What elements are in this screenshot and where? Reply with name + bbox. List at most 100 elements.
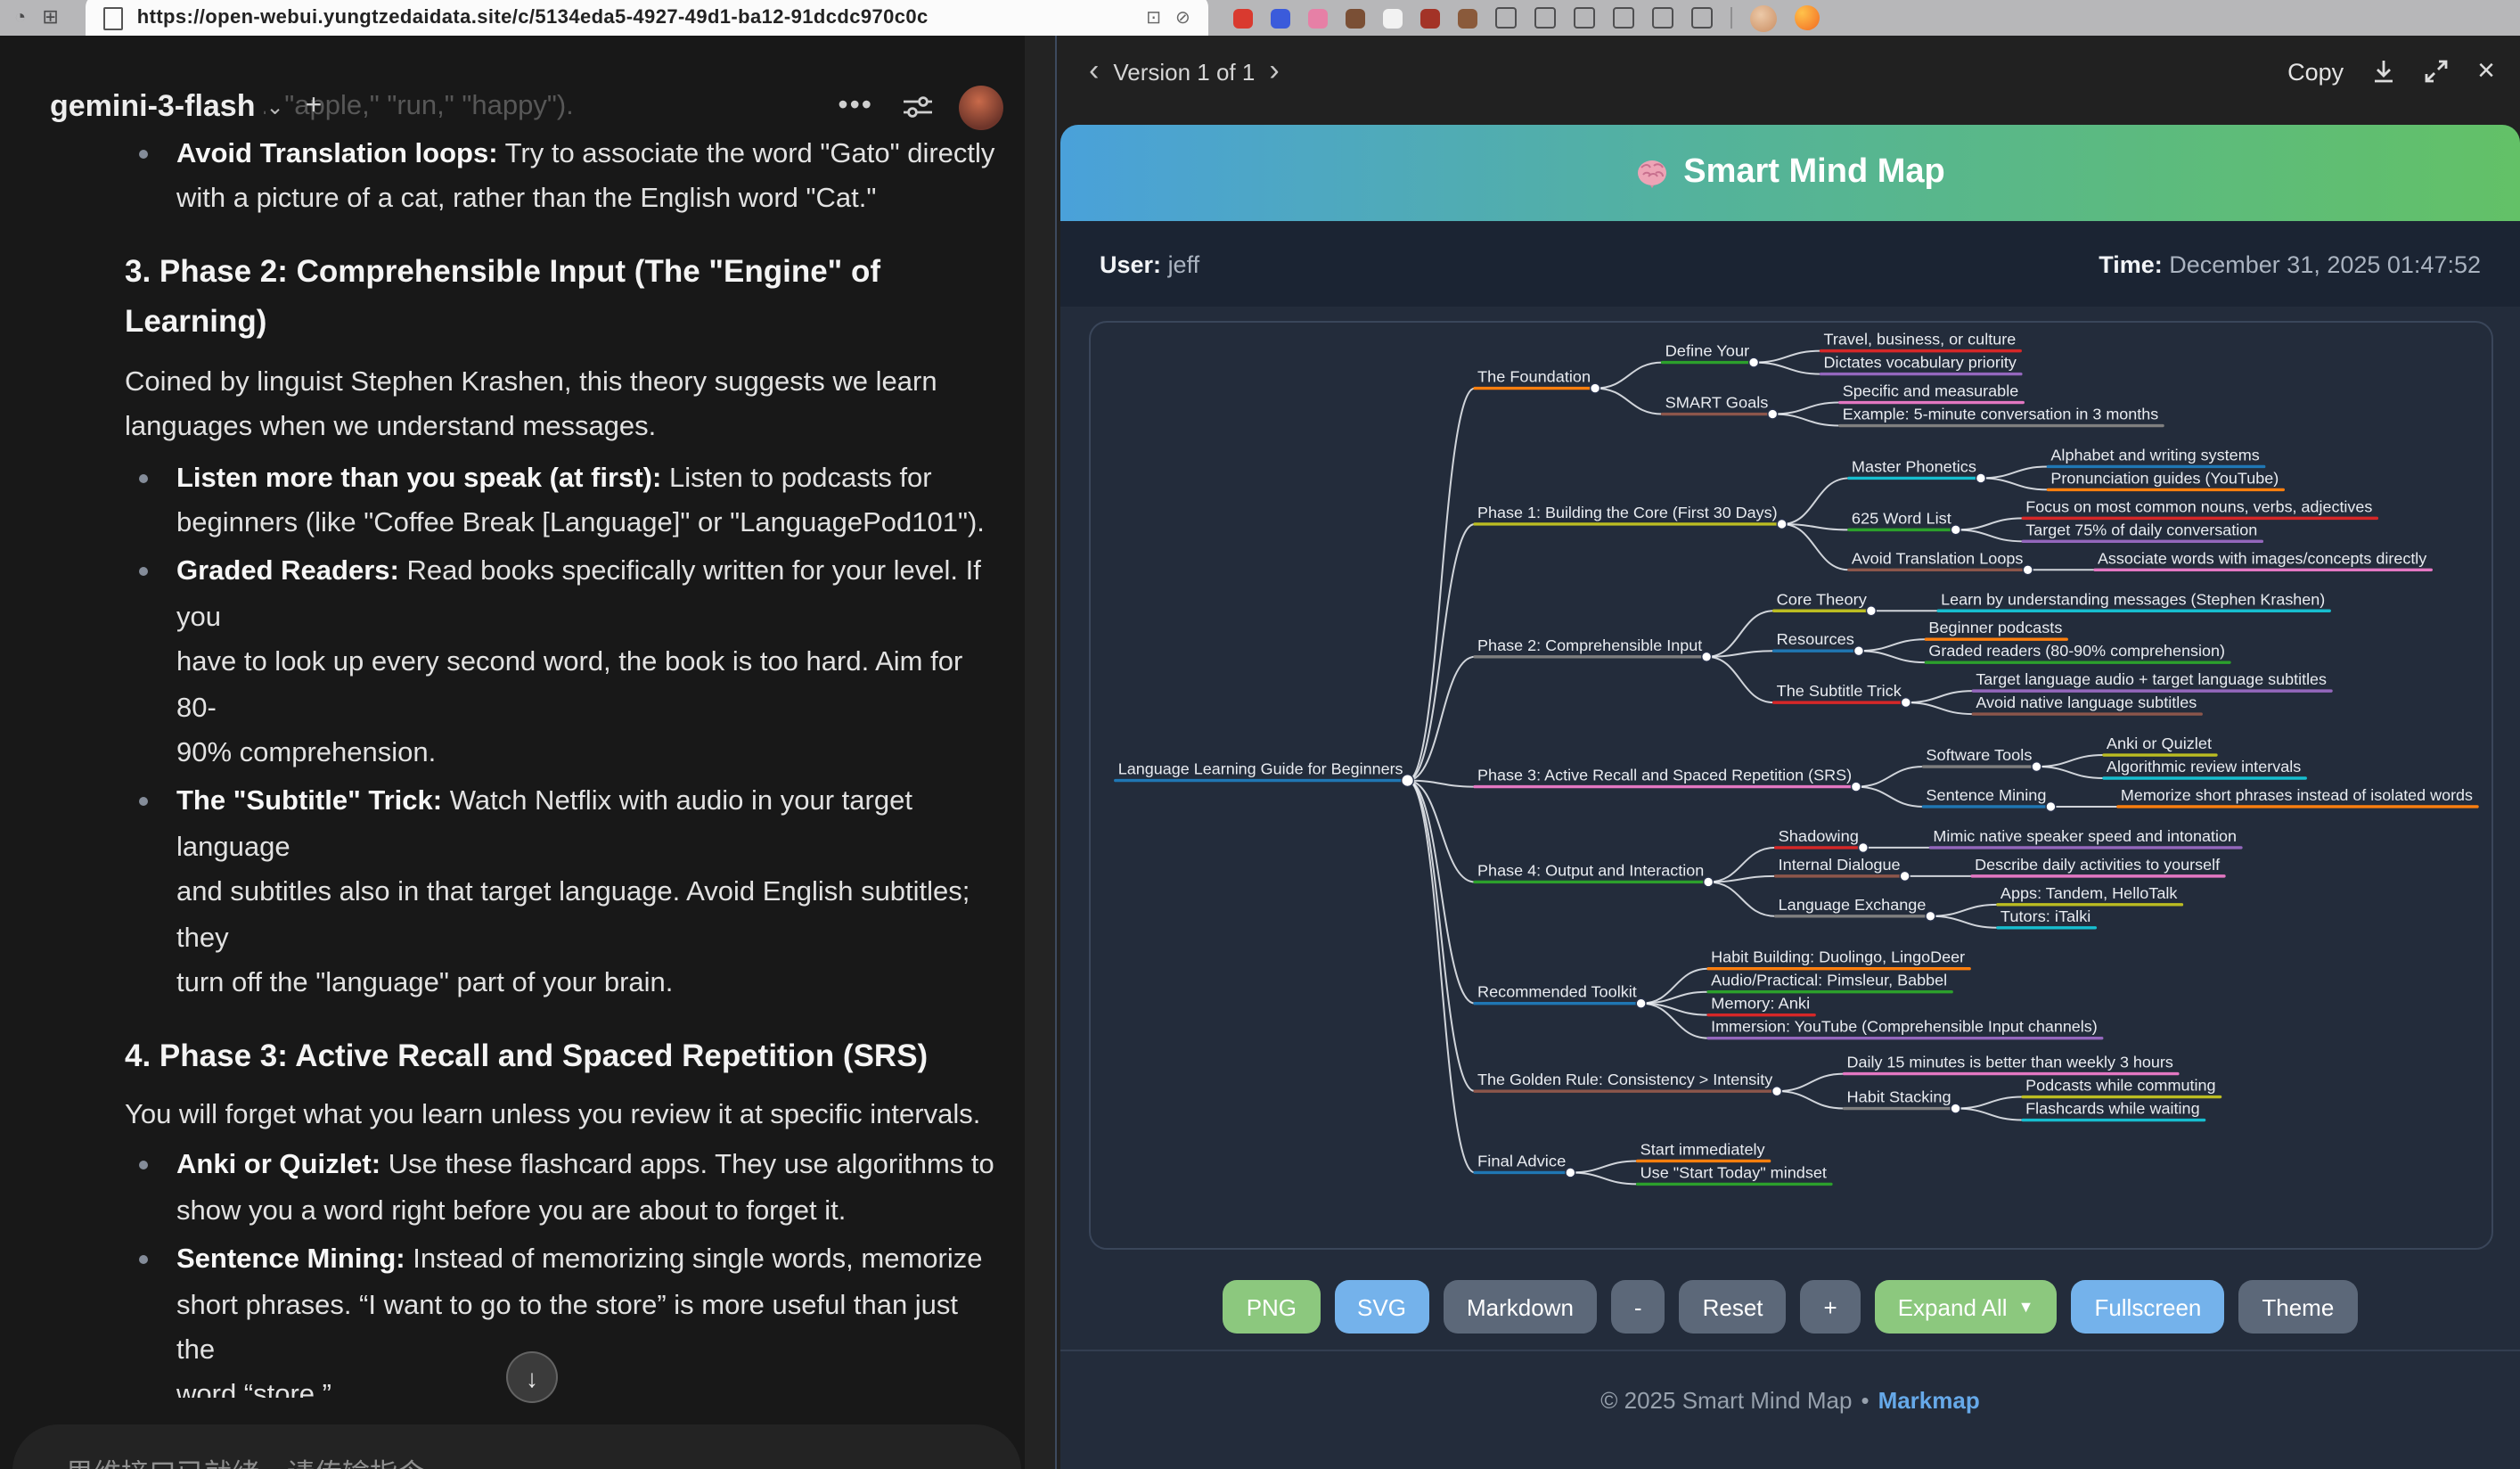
controls-sliders-icon[interactable] (902, 93, 934, 121)
profile-icon[interactable] (1652, 7, 1673, 29)
mindmap-node-label[interactable]: Phase 1: Building the Core (First 30 Day… (1477, 504, 1778, 521)
mindmap-node-label[interactable]: Alphabet and writing systems (2050, 446, 2259, 464)
mindmap-node-label[interactable]: Habit Building: Duolingo, LingoDeer (1711, 948, 1965, 966)
download-icon[interactable] (2372, 59, 2395, 84)
mindmap-node-toggle[interactable] (1926, 911, 1935, 921)
mindmap-node-label[interactable]: Final Advice (1477, 1152, 1566, 1169)
mindmap-node-label[interactable]: The Subtitle Trick (1777, 682, 1902, 700)
mindmap-node-label[interactable]: Apps: Tandem, HelloTalk (2000, 884, 2179, 902)
translate-icon[interactable]: ⊘ (1175, 8, 1190, 28)
mindmap-node-toggle[interactable] (1866, 606, 1876, 616)
mindmap-node-label[interactable]: Specific and measurable (1843, 382, 2019, 400)
mindmap-node-label[interactable]: Internal Dialogue (1779, 856, 1901, 874)
bookmark-icon[interactable] (1495, 7, 1517, 29)
extension-icon-7[interactable] (1458, 8, 1477, 28)
close-icon[interactable]: × (2477, 53, 2495, 89)
mindmap-node-label[interactable]: Memorize short phrases instead of isolat… (2121, 786, 2473, 804)
mindmap-node-label[interactable]: Learn by understanding messages (Stephen… (1941, 590, 2325, 608)
mindmap-node-toggle[interactable] (1901, 698, 1910, 708)
-button[interactable]: - (1611, 1280, 1665, 1334)
mindmap-node-label[interactable]: Master Phonetics (1852, 457, 1976, 475)
browser-back-icon[interactable]: ◔ (14, 0, 26, 36)
mindmap-node-label[interactable]: Daily 15 minutes is better than weekly 3… (1847, 1054, 2173, 1071)
mindmap-node-toggle[interactable] (2046, 802, 2056, 812)
more-icon[interactable] (1691, 7, 1713, 29)
mindmap-node-label[interactable]: Focus on most common nouns, verbs, adjec… (2025, 497, 2372, 515)
mindmap-node-label[interactable]: Sentence Mining (1926, 786, 2046, 804)
copy-icon[interactable] (1534, 7, 1556, 29)
mindmap-node-label[interactable]: The Foundation (1477, 368, 1591, 386)
mindmap-node-label[interactable]: Graded readers (80-90% comprehension) (1928, 642, 2225, 660)
extension-icon-3[interactable] (1308, 8, 1328, 28)
mindmap-node-toggle[interactable] (1768, 409, 1778, 419)
extension-icon-4[interactable] (1346, 8, 1365, 28)
version-prev-icon[interactable]: ‹ (1078, 53, 1109, 89)
chevron-down-icon[interactable]: ⌄ (266, 94, 284, 119)
mindmap-node-toggle[interactable] (1951, 1104, 1960, 1113)
expand-icon[interactable] (2424, 59, 2449, 84)
mindmap-node-label[interactable]: Immersion: YouTube (Comprehensible Input… (1711, 1018, 2098, 1036)
scroll-to-bottom-button[interactable]: ↓ (506, 1351, 558, 1403)
markmap-link[interactable]: Markmap (1878, 1387, 1980, 1414)
mindmap-node-label[interactable]: Avoid native language subtitles (1976, 693, 2197, 711)
mindmap-node-label[interactable]: Algorithmic review intervals (2107, 758, 2301, 776)
mindmap-node-toggle[interactable] (1566, 1168, 1575, 1178)
mindmap-node-toggle[interactable] (1900, 871, 1910, 881)
new-chat-button[interactable]: + (306, 91, 323, 123)
png-button[interactable]: PNG (1223, 1280, 1320, 1334)
message-input[interactable]: 思维接口已就绪，请传输指令。 (12, 1424, 1021, 1469)
reset-button[interactable]: Reset (1680, 1280, 1787, 1334)
mindmap-node-label[interactable]: Anki or Quizlet (2107, 734, 2212, 752)
mindmap-node-toggle[interactable] (1702, 652, 1712, 661)
mindmap-node-label[interactable]: Phase 4: Output and Interaction (1477, 861, 1704, 879)
mindmap-node-label[interactable]: Describe daily activities to yourself (1975, 856, 2221, 874)
browser-profile-avatar[interactable] (1750, 4, 1777, 31)
markdown-button[interactable]: Markdown (1444, 1280, 1597, 1334)
mindmap-node-label[interactable]: Target 75% of daily conversation (2025, 521, 2257, 538)
tab-grid-icon[interactable]: ⊞ (42, 0, 58, 36)
mindmap-node-label[interactable]: Dictates vocabulary priority (1824, 354, 2017, 372)
expand-all-button[interactable]: Expand All▼ (1875, 1280, 2058, 1334)
model-selector[interactable]: gemini-3-flash (50, 89, 261, 125)
mindmap-svg[interactable]: Language Learning Guide for Beginners The… (1091, 323, 2491, 1248)
mindmap-node-label[interactable]: Example: 5-minute conversation in 3 mont… (1843, 406, 2159, 423)
reader-view-icon[interactable]: ⊡ (1146, 8, 1161, 28)
mindmap-node-label[interactable]: Start immediately (1640, 1140, 1765, 1158)
theme-button[interactable]: Theme (2238, 1280, 2357, 1334)
extension-icon-6[interactable] (1420, 8, 1440, 28)
mindmap-node-label[interactable]: Recommended Toolkit (1477, 983, 1637, 1001)
mindmap-node-label[interactable]: Mimic native speaker speed and intonatio… (1933, 827, 2237, 845)
mindmap-node-label[interactable]: Phase 3: Active Recall and Spaced Repeti… (1477, 767, 1852, 784)
mindmap-node-toggle[interactable] (1976, 473, 1986, 483)
mindmap-node-label[interactable]: Audio/Practical: Pimsleur, Babbel (1711, 972, 1947, 989)
-button[interactable]: + (1801, 1280, 1861, 1334)
mindmap-node-toggle[interactable] (1951, 525, 1960, 535)
mindmap-node-label[interactable]: Associate words with images/concepts dir… (2098, 549, 2426, 567)
mindmap-node-label[interactable]: Shadowing (1779, 827, 1859, 845)
mindmap-node-toggle[interactable] (1772, 1087, 1782, 1096)
mindmap-node-toggle[interactable] (1636, 998, 1646, 1008)
mindmap-node-label[interactable]: The Golden Rule: Consistency > Intensity (1477, 1071, 1772, 1088)
overflow-menu-icon[interactable]: ••• (838, 91, 873, 123)
mindmap-node-toggle[interactable] (1852, 782, 1861, 792)
mindmap-node-label[interactable]: Language Learning Guide for Beginners (1118, 760, 1403, 778)
trash-icon[interactable] (1613, 7, 1634, 29)
mindmap-canvas[interactable]: Language Learning Guide for Beginners The… (1089, 321, 2493, 1250)
mindmap-node-label[interactable]: Beginner podcasts (1928, 619, 2062, 636)
mindmap-node-label[interactable]: Flashcards while waiting (2025, 1100, 2200, 1118)
mindmap-node-toggle[interactable] (1777, 520, 1787, 529)
mindmap-node-toggle[interactable] (1749, 357, 1759, 367)
user-avatar[interactable] (959, 85, 1003, 129)
mindmap-node-toggle[interactable] (2032, 762, 2041, 772)
mindmap-node-label[interactable]: Language Exchange (1779, 896, 1927, 914)
fullscreen-button[interactable]: Fullscreen (2071, 1280, 2224, 1334)
mindmap-node-toggle[interactable] (1591, 383, 1600, 393)
svg-button[interactable]: SVG (1334, 1280, 1429, 1334)
devtools-icon[interactable] (1574, 7, 1595, 29)
extension-icon-5[interactable] (1383, 8, 1403, 28)
mindmap-node-label[interactable]: Pronunciation guides (YouTube) (2050, 469, 2279, 487)
mindmap-node-label[interactable]: SMART Goals (1665, 394, 1769, 412)
mindmap-node-label[interactable]: Target language audio + target language … (1976, 670, 2327, 688)
mindmap-node-label[interactable]: Phase 2: Comprehensible Input (1477, 636, 1702, 654)
mindmap-node-toggle[interactable] (1859, 843, 1869, 853)
